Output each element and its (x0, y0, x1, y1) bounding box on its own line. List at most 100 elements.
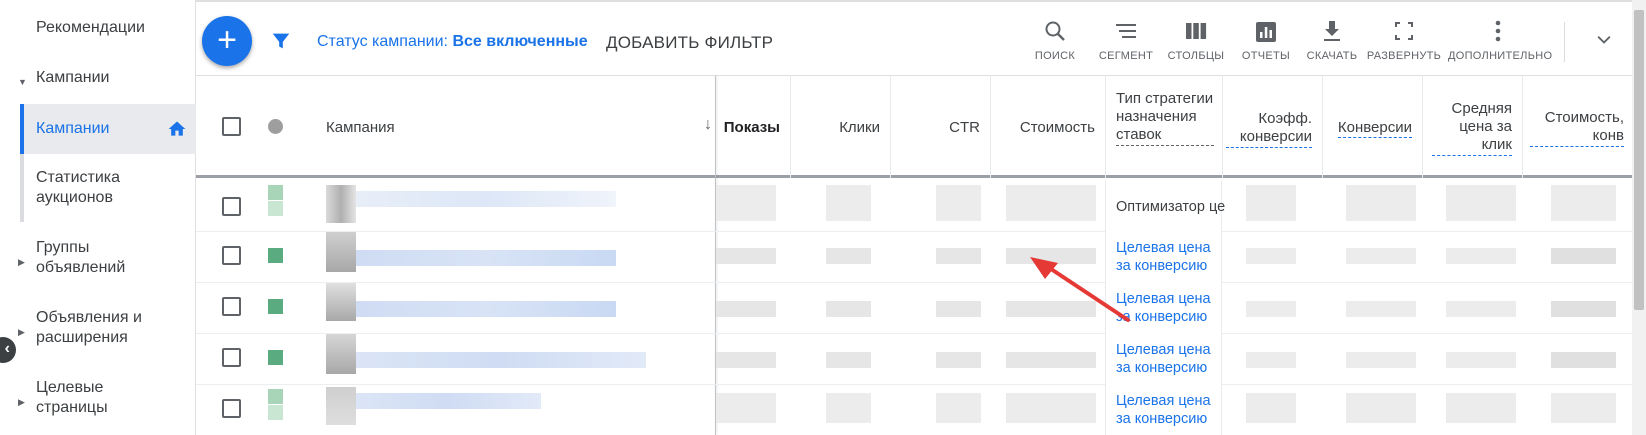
impressions-value-blurred (716, 352, 776, 368)
ctr-value-blurred (936, 248, 981, 264)
bid-strategy-link[interactable]: Целевая цена за конверсию (1116, 341, 1216, 377)
header-clicks[interactable]: Клики (791, 76, 891, 178)
tool-label: РАЗВЕРНУТЬ (1366, 50, 1442, 62)
download-button[interactable]: СКАЧАТЬ (1302, 18, 1362, 62)
clicks-value-blurred (826, 301, 871, 317)
sidebar-item-label: Группы объявлений (36, 239, 126, 276)
cost-per-conv-value-blurred (1551, 352, 1616, 368)
header-impressions[interactable]: Показы (716, 76, 791, 178)
conversions-value-blurred (1346, 352, 1416, 368)
row-checkbox[interactable] (222, 399, 241, 418)
conv-rate-value-blurred (1246, 393, 1296, 423)
campaign-name-blurred[interactable] (356, 301, 616, 317)
more-icon (1495, 20, 1501, 42)
sort-arrow-icon: ↓ (704, 116, 712, 133)
status-indicator (268, 185, 283, 200)
header-bid-strategy-type[interactable]: Тип стратегии назначения ставок (1106, 76, 1223, 178)
avg-cpc-value-blurred (1446, 248, 1516, 264)
campaign-name-blurred[interactable] (356, 352, 646, 368)
bid-strategy-value: Оптимизатор це (1116, 199, 1226, 215)
impressions-value-blurred (716, 248, 776, 264)
tool-label: ПОИСК (1034, 50, 1076, 62)
cost-per-conv-value-blurred (1551, 185, 1616, 221)
row-checkbox[interactable] (222, 197, 241, 216)
table-row[interactable]: Целевая цена за конверсию (196, 283, 1632, 334)
conversions-value-blurred (1346, 185, 1416, 221)
tool-label: СКАЧАТЬ (1306, 50, 1358, 62)
select-all-checkbox[interactable] (222, 117, 241, 136)
conv-rate-value-blurred (1246, 352, 1296, 368)
conv-rate-value-blurred (1246, 301, 1296, 317)
status-indicator (268, 350, 283, 365)
table-row[interactable]: Оптимизатор це (196, 181, 1632, 232)
cost-value-blurred (1006, 185, 1096, 221)
chevron-left-icon: ‹ (4, 340, 10, 357)
campaign-name-blurred[interactable] (356, 250, 616, 266)
avg-cpc-value-blurred (1446, 393, 1516, 423)
caret-right-icon: ▶ (18, 327, 25, 337)
filter-icon[interactable] (270, 30, 292, 52)
header-label: Клики (839, 119, 880, 136)
collapse-sidebar-button[interactable]: ‹ (0, 337, 16, 363)
header-label: Средняя цена за клик (1432, 100, 1512, 156)
campaign-name-blurred[interactable] (356, 191, 616, 207)
header-cost[interactable]: Стоимость (991, 76, 1106, 178)
status-filter-prefix: Статус кампании: (317, 33, 448, 50)
caret-down-icon: ▼ (18, 77, 27, 87)
status-indicator (268, 405, 283, 420)
clicks-value-blurred (826, 393, 871, 423)
vertical-scrollbar[interactable] (1632, 0, 1646, 435)
campaign-name-blurred (326, 185, 356, 223)
fullscreen-button[interactable]: РАЗВЕРНУТЬ (1364, 18, 1444, 62)
impressions-value-blurred (716, 301, 776, 317)
conversions-value-blurred (1346, 301, 1416, 317)
header-ctr[interactable]: CTR (891, 76, 991, 178)
sidebar-item-label: Объявления и расширения (36, 309, 142, 346)
table-row[interactable]: Целевая цена за конверсию (196, 232, 1632, 283)
table-row[interactable]: Целевая цена за конверсию (196, 334, 1632, 385)
cost-value-blurred (1006, 352, 1096, 368)
header-label: CTR (949, 119, 980, 136)
reports-button[interactable]: ОТЧЕТЫ (1236, 18, 1296, 62)
conversions-value-blurred (1346, 393, 1416, 423)
cost-value-blurred (1006, 393, 1096, 423)
more-button[interactable]: ДОПОЛНИТЕЛЬНО (1448, 18, 1552, 62)
avg-cpc-value-blurred (1446, 352, 1516, 368)
toolbar-divider (1564, 22, 1565, 62)
bid-strategy-link[interactable]: Целевая цена за конверсию (1116, 392, 1216, 428)
campaign-status-filter[interactable]: Статус кампании: Все включенные (317, 33, 588, 51)
segment-icon (1116, 24, 1136, 38)
header-conversions[interactable]: Конверсии (1323, 76, 1423, 178)
search-button[interactable]: ПОИСК (1030, 18, 1080, 62)
sidebar-item-label: Статистика аукционов (36, 169, 121, 206)
header-avg-cpc[interactable]: Средняя цена за клик (1423, 76, 1523, 178)
scrollbar-thumb[interactable] (1634, 10, 1644, 310)
header-campaign[interactable]: Кампания ↓ (296, 76, 716, 178)
caret-right-icon: ▶ (18, 257, 25, 267)
ctr-value-blurred (936, 301, 981, 317)
add-campaign-button[interactable]: + (202, 16, 252, 66)
chevron-down-icon[interactable] (1594, 30, 1614, 50)
status-filter-value: Все включенные (452, 33, 588, 50)
row-checkbox[interactable] (222, 297, 241, 316)
fullscreen-icon (1395, 22, 1413, 40)
conversions-value-blurred (1346, 248, 1416, 264)
row-checkbox[interactable] (222, 348, 241, 367)
campaigns-table: Кампания ↓ Показы Клики CTR Стоимость Ти… (196, 76, 1632, 435)
header-label: Стоимость (1019, 119, 1095, 136)
segment-button[interactable]: СЕГМЕНТ (1096, 18, 1156, 62)
sidebar-item-campaigns-active[interactable]: Кампании (20, 104, 196, 154)
columns-button[interactable]: СТОЛБЦЫ (1166, 18, 1226, 62)
add-filter-button[interactable]: ДОБАВИТЬ ФИЛЬТР (606, 33, 773, 53)
ctr-value-blurred (936, 352, 981, 368)
campaign-name-blurred[interactable] (356, 393, 541, 409)
table-row[interactable]: Целевая цена за конверсию (196, 385, 1632, 435)
tool-label: ДОПОЛНИТЕЛЬНО (1448, 50, 1553, 62)
sidebar-nav: Рекомендации ▼ Кампании Кампании Статист… (0, 0, 196, 435)
row-checkbox[interactable] (222, 246, 241, 265)
header-cost-per-conv[interactable]: Стоимость, конв (1523, 76, 1632, 178)
header-conv-rate[interactable]: Коэфф. конверсии (1223, 76, 1323, 178)
avg-cpc-value-blurred (1446, 185, 1516, 221)
tool-label: ОТЧЕТЫ (1241, 50, 1291, 62)
header-label: Показы (723, 119, 780, 136)
